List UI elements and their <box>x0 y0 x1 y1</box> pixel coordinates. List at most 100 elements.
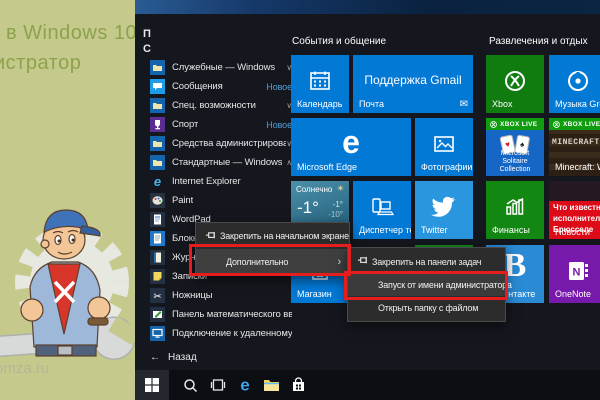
news-headline-2: исполнителе <box>553 214 600 223</box>
tile-label: Xbox <box>492 99 513 109</box>
tile-finance[interactable]: Финансы <box>486 181 544 239</box>
tile-photos[interactable]: Фотографии <box>415 118 473 176</box>
pin-icon <box>357 256 368 267</box>
app-item-accessibility[interactable]: Спец. возможности ∨ <box>142 96 296 115</box>
store-bag-icon <box>291 377 306 393</box>
menu-item-label: Закрепить на панели задач <box>372 257 481 267</box>
app-item-admin-tools[interactable]: Средства администрирован... ∨ <box>142 134 296 153</box>
math-input-icon <box>150 307 165 322</box>
tile-twitter[interactable]: Twitter <box>415 181 473 239</box>
tile-minecraft[interactable]: XBOX LIVE MINECRAFT Minecraft: W <box>549 118 600 176</box>
app-label: Панель математического ввода <box>172 309 292 320</box>
store-taskbar-button[interactable] <box>285 370 312 400</box>
groove-icon <box>565 68 591 94</box>
tile-phone-companion[interactable]: Диспетчер те... <box>353 181 411 239</box>
menu-item-open-file-location[interactable]: Открыть папку с файлом <box>348 296 505 319</box>
app-label: Подключение к удаленному р... <box>172 328 292 339</box>
tile-calendar[interactable]: Календарь <box>291 55 349 113</box>
tile-label: Календарь <box>297 99 342 109</box>
sport-trophy-icon <box>150 117 165 132</box>
app-item-remote-desktop[interactable]: Подключение к удаленному р... <box>142 324 296 343</box>
submenu-arrow-icon: › <box>338 256 341 268</box>
app-item-accessories[interactable]: Стандартные — Windows ∧ <box>142 153 296 172</box>
tile-label: Магазин <box>297 289 332 299</box>
search-icon <box>183 378 198 393</box>
tile-group-header-left: События и общение <box>292 36 386 47</box>
xbox-icon <box>490 121 497 128</box>
app-item-system-windows[interactable]: Служебные — Windows ∨ <box>142 58 296 77</box>
banner-text: XBOX LIVE <box>500 121 537 128</box>
envelope-icon: ✉ <box>460 99 468 110</box>
app-item-snipping-tool[interactable]: ✂ Ножницы <box>142 286 296 305</box>
weather-high: -1° <box>333 200 343 209</box>
calendar-icon <box>308 69 332 93</box>
folder-icon <box>150 155 165 170</box>
edge-logo-icon: e <box>291 124 411 161</box>
letter-header-s[interactable]: С <box>143 43 151 55</box>
tile-group-header-right: Развлечения и отдых <box>489 36 588 47</box>
app-label: Средства администрирован... <box>172 138 286 149</box>
letter-header-p[interactable]: П <box>143 28 151 40</box>
edge-taskbar-button[interactable]: e <box>231 370 258 400</box>
xbox-icon <box>502 68 528 94</box>
weather-low: -10° <box>328 210 343 219</box>
task-view-button[interactable] <box>204 370 231 400</box>
tile-label: OneNote <box>555 289 591 299</box>
start-button[interactable] <box>135 370 169 400</box>
tile-label: Новости <box>555 227 590 237</box>
notepad-icon <box>150 231 165 246</box>
menu-item-more[interactable]: Дополнительно › <box>196 249 349 275</box>
app-item-sport[interactable]: Спорт Новое <box>142 115 296 134</box>
tile-solitaire[interactable]: XBOX LIVE ♥ ♠ Microsoft Solitaire Collec… <box>486 118 544 176</box>
tile-mail[interactable]: Поддержка Gmail Почта ✉ <box>353 55 473 113</box>
xbox-icon <box>553 121 560 128</box>
app-label: Стандартные — Windows <box>172 157 282 168</box>
tile-label: Фотографии <box>421 162 472 172</box>
app-item-internet-explorer[interactable]: e Internet Explorer <box>142 172 296 191</box>
banner-title-line2: истратор <box>0 52 81 75</box>
minecraft-logo: MINECRAFT <box>552 138 600 147</box>
weather-condition: Солнечно <box>296 185 332 194</box>
windows-logo-icon <box>145 378 159 392</box>
menu-item-label: Открыть папку с файлом <box>378 303 478 313</box>
scissors-icon: ✂ <box>150 288 165 303</box>
folder-icon <box>150 136 165 151</box>
svg-text:N: N <box>573 267 581 279</box>
app-label: Internet Explorer <box>172 176 241 187</box>
tile-edge[interactable]: e Microsoft Edge <box>291 118 411 176</box>
finance-chart-icon <box>503 196 527 218</box>
sun-icon: ☀ <box>337 184 344 193</box>
xbox-live-banner: XBOX LIVE <box>549 118 600 130</box>
svg-text:✂: ✂ <box>153 292 161 303</box>
app-item-messaging[interactable]: Сообщения Новое <box>142 77 296 96</box>
svg-text:e: e <box>154 174 161 189</box>
file-explorer-button[interactable] <box>258 370 285 400</box>
xbox-live-banner: XBOX LIVE <box>486 118 544 130</box>
svg-text:e: e <box>240 376 249 394</box>
tile-onenote[interactable]: N OneNote <box>549 245 600 303</box>
app-label: Ножницы <box>172 290 213 301</box>
edge-icon: e <box>236 376 254 394</box>
sticky-note-icon <box>150 269 165 284</box>
photos-icon <box>432 132 456 156</box>
remote-desktop-icon <box>150 326 165 341</box>
app-label: Paint <box>172 195 193 206</box>
tile-xbox[interactable]: Xbox <box>486 55 544 113</box>
tile-label: Финансы <box>492 225 530 235</box>
task-view-icon <box>210 378 226 392</box>
messaging-icon <box>150 79 165 94</box>
menu-item-pin-to-start[interactable]: Закрепить на начальном экране <box>196 223 349 249</box>
tile-groove-music[interactable]: Музыка Gro <box>549 55 600 113</box>
app-item-math-input[interactable]: Панель математического ввода <box>142 305 296 324</box>
menu-item-pin-to-taskbar[interactable]: Закрепить на панели задач <box>348 250 505 273</box>
context-menu: Закрепить на начальном экране Дополнител… <box>195 222 350 276</box>
tile-news[interactable]: Что известн исполнителе Брюсселе Новости <box>549 181 600 239</box>
search-button[interactable] <box>177 370 204 400</box>
back-button[interactable]: ← Назад <box>150 352 197 363</box>
app-item-paint[interactable]: Paint <box>142 191 296 210</box>
new-badge: Новое <box>266 82 292 92</box>
menu-item-run-as-admin[interactable]: Запуск от имени администратора <box>348 273 505 296</box>
paint-icon <box>150 193 165 208</box>
tile-label: Диспетчер те... <box>359 225 411 235</box>
onenote-icon: N <box>566 259 590 283</box>
